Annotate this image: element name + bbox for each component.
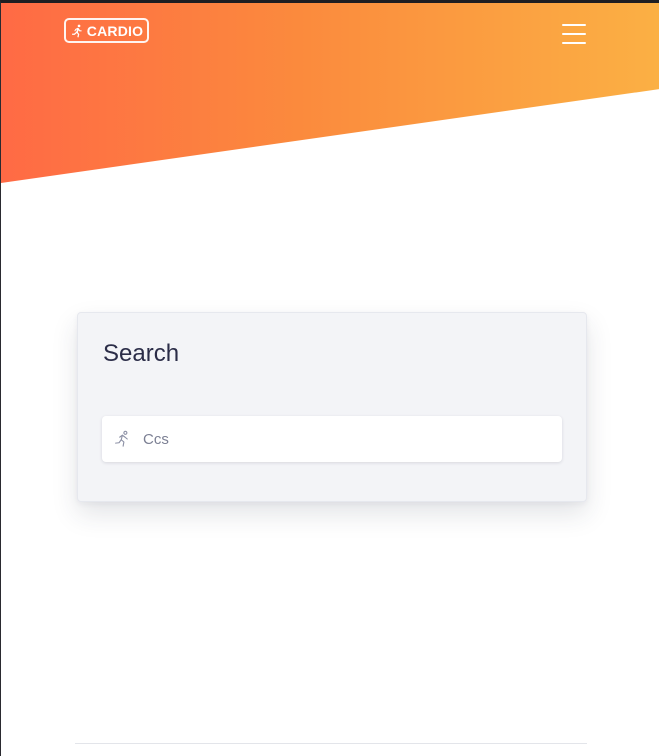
menu-bar-bottom <box>562 42 586 44</box>
search-field[interactable] <box>102 416 562 462</box>
search-input[interactable] <box>141 423 545 455</box>
menu-bar-top <box>562 24 586 26</box>
search-card-title: Search <box>103 340 180 367</box>
footer-divider <box>75 743 587 744</box>
running-person-icon <box>113 430 131 448</box>
search-card: Search <box>77 312 587 502</box>
menu-bar-middle <box>562 33 586 35</box>
logo-text: CARDIO <box>86 22 144 39</box>
hamburger-menu-icon[interactable] <box>559 23 589 45</box>
running-person-icon <box>70 23 84 39</box>
brand-logo[interactable]: CARDIO <box>64 18 149 43</box>
